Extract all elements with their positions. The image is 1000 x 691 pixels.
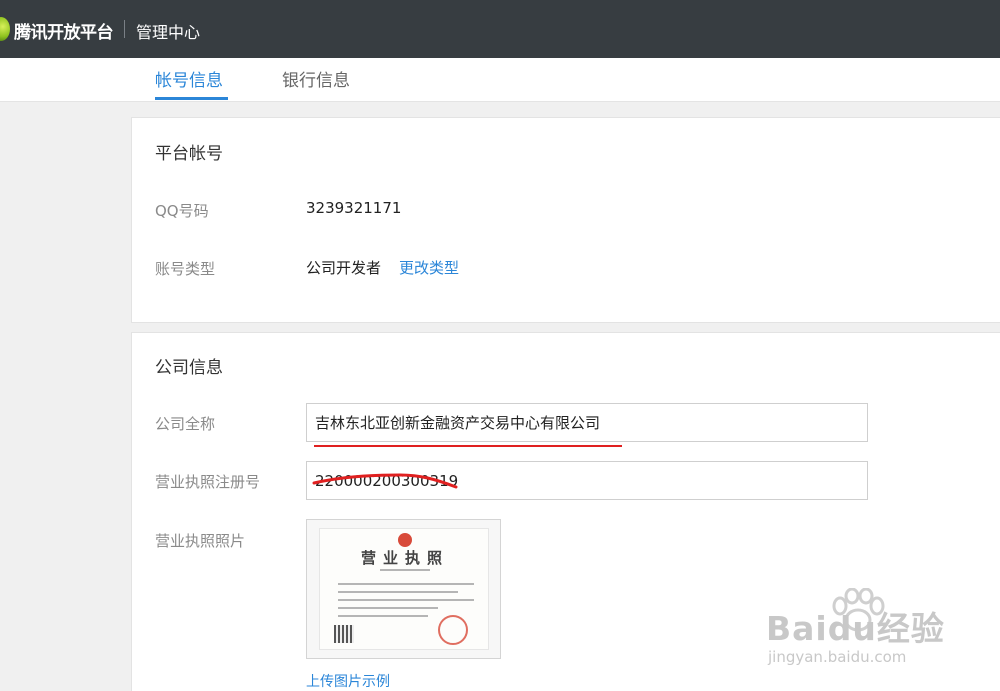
change-type-link[interactable]: 更改类型 (399, 257, 459, 278)
account-type-label: 账号类型 (155, 260, 216, 278)
account-type-value: 公司开发者 (306, 259, 382, 277)
qr-code-icon (334, 625, 354, 643)
business-license-image: 营业执照 (319, 528, 489, 650)
official-seal-icon (438, 615, 468, 645)
license-number-redaction-scribble (312, 473, 458, 489)
tab-account-info[interactable]: 帐号信息 (155, 66, 223, 91)
license-number-label: 营业执照注册号 (155, 473, 261, 491)
license-image-title: 营业执照 (360, 549, 449, 567)
qq-number-label: QQ号码 (155, 202, 209, 220)
baidu-jingyan-watermark: Baidu经验 jingyan.baidu.com (766, 586, 1000, 691)
license-photo-label: 营业执照照片 (155, 532, 246, 550)
management-center-link[interactable]: 管理中心 (136, 19, 200, 43)
qq-number-value: 3239321171 (306, 199, 402, 217)
header-divider (124, 20, 125, 38)
platform-account-title: 平台帐号 (155, 144, 223, 164)
company-name-input[interactable] (306, 403, 868, 442)
logo-text: 腾讯开放平台 (14, 23, 114, 43)
active-tab-indicator (155, 97, 228, 100)
watermark-url: jingyan.baidu.com (768, 648, 907, 666)
national-emblem-icon (398, 533, 412, 547)
tencent-open-platform-logo[interactable]: 腾讯开放平台 (0, 14, 114, 44)
company-info-title: 公司信息 (155, 358, 223, 378)
platform-account-card: 平台帐号 QQ号码 3239321171 账号类型 公司开发者 更改类型 (131, 117, 1000, 323)
company-name-red-underline (314, 445, 622, 447)
top-nav-bar: 腾讯开放平台 管理中心 (0, 0, 1000, 58)
tab-bar: 帐号信息 银行信息 (0, 58, 1000, 102)
watermark-logo-text: Baidu经验 (766, 609, 945, 648)
upload-example-link[interactable]: 上传图片示例 (306, 671, 390, 691)
company-name-label: 公司全称 (155, 415, 216, 433)
tab-bank-info[interactable]: 银行信息 (282, 66, 350, 91)
license-photo-thumbnail[interactable]: 营业执照 (306, 519, 501, 659)
logo-ball-icon (0, 17, 10, 41)
